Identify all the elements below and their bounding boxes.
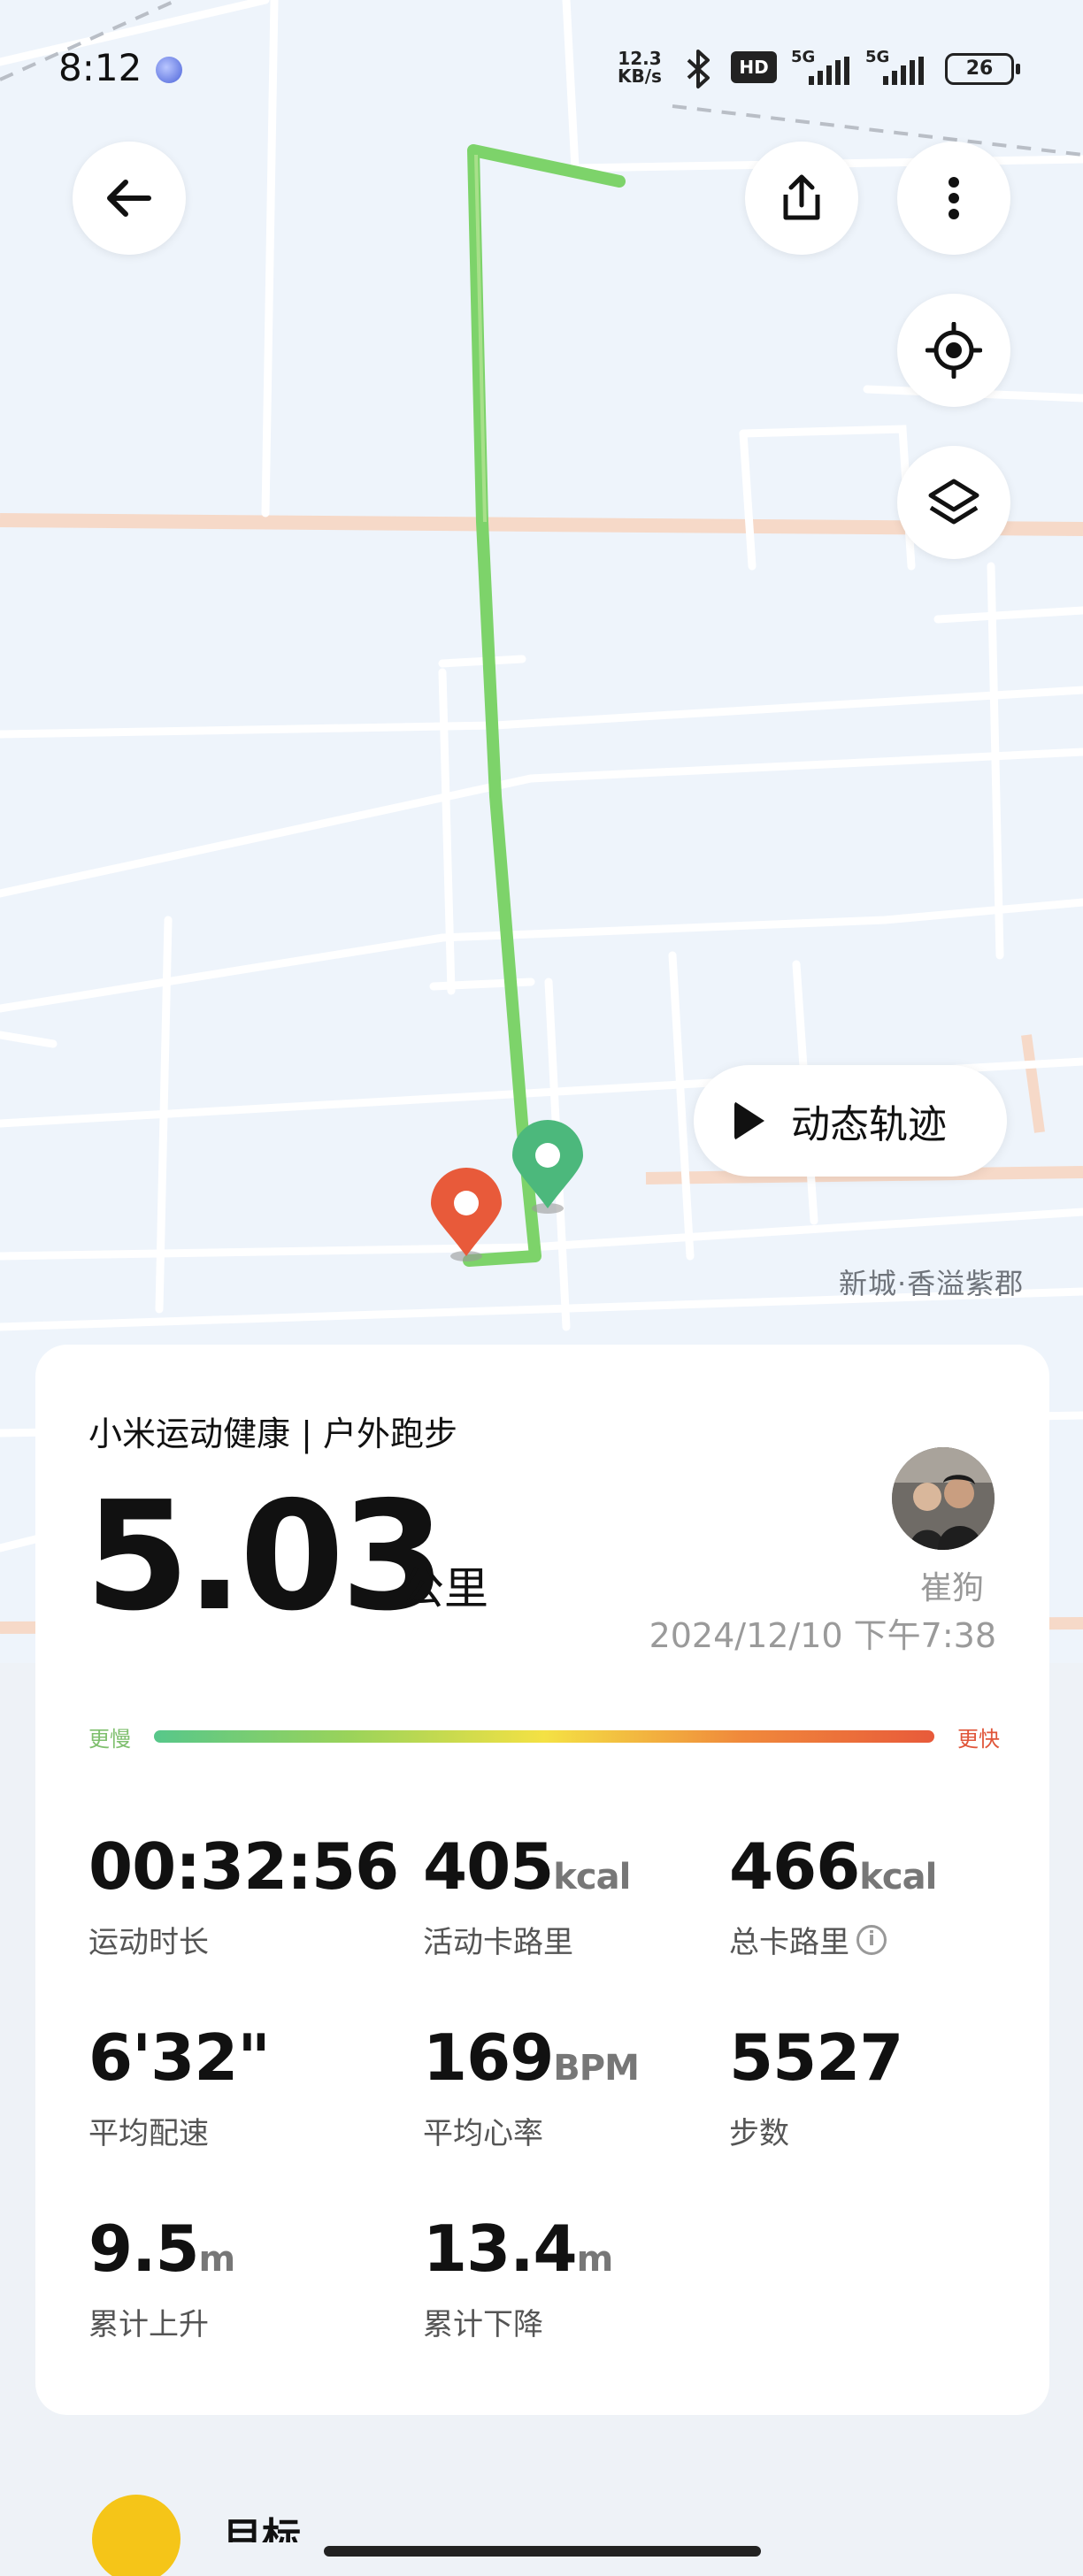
stat-elevation-loss: 13.4m 累计下降 [423,2212,613,2342]
stat-active-calories: 405kcal 活动卡路里 [423,1829,631,1960]
bluetooth-icon [687,50,710,88]
home-indicator[interactable] [324,2546,761,2557]
share-button[interactable] [745,142,858,255]
locate-icon [926,322,982,379]
locate-button[interactable] [897,294,1010,407]
goal-icon [92,2495,180,2576]
pace-gradient-bar: 更慢 更快 [88,1716,1000,1752]
stat-elevation-gain: 9.5m 累计上升 [88,2212,235,2342]
arrow-left-icon [107,180,151,217]
map-layers-button[interactable] [897,446,1010,559]
avatar[interactable] [892,1447,995,1550]
share-icon [783,174,820,220]
info-icon[interactable]: i [856,1924,887,1955]
back-button[interactable] [73,142,186,255]
distance-value: 5.03 [85,1469,445,1644]
hd-voice-badge: HD [731,51,777,83]
stat-steps: 5527 步数 [729,2020,903,2151]
stat-avg-heart-rate: 169BPM 平均心率 [423,2020,640,2151]
pace-gradient [154,1730,934,1743]
play-icon [734,1101,764,1140]
workout-summary-card: 小米运动健康 | 户外跑步 5.03 公里 崔狗 2024/12/10 下午7:… [35,1345,1049,2415]
distance-unit: 公里 [400,1563,488,1614]
workout-datetime: 2024/12/10 下午7:38 [649,1616,996,1655]
more-options-button[interactable] [897,142,1010,255]
dynamic-track-button[interactable]: 动态轨迹 [694,1065,1007,1177]
goal-label: 目标 [223,2515,301,2542]
pace-slow-label: 更慢 [88,1727,131,1752]
battery-icon: 26 [945,53,1020,85]
network-speed: 12.3 KB/s [618,48,662,87]
stat-avg-pace: 6'32" 平均配速 [88,2020,271,2151]
workout-title: 小米运动健康 | 户外跑步 [88,1414,457,1453]
stat-total-calories: 466kcal 总卡路里 i [729,1829,937,1960]
map-place-label: 新城·香溢紫郡 [839,1267,1025,1300]
pace-fast-label: 更快 [957,1727,1000,1752]
dynamic-track-label: 动态轨迹 [791,1102,947,1147]
status-bar: 8:12 12.3 KB/s HD 5G 5G 26 [0,0,1083,133]
more-vertical-icon [949,177,959,219]
user-name: 崔狗 [920,1570,985,1606]
layers-icon [928,479,979,525]
start-pin-icon [512,1120,583,1214]
app-notification-icon [156,57,182,83]
avatar-image [892,1447,995,1550]
status-time: 8:12 [58,46,142,89]
stat-duration: 00:32:56 运动时长 [88,1829,399,1960]
